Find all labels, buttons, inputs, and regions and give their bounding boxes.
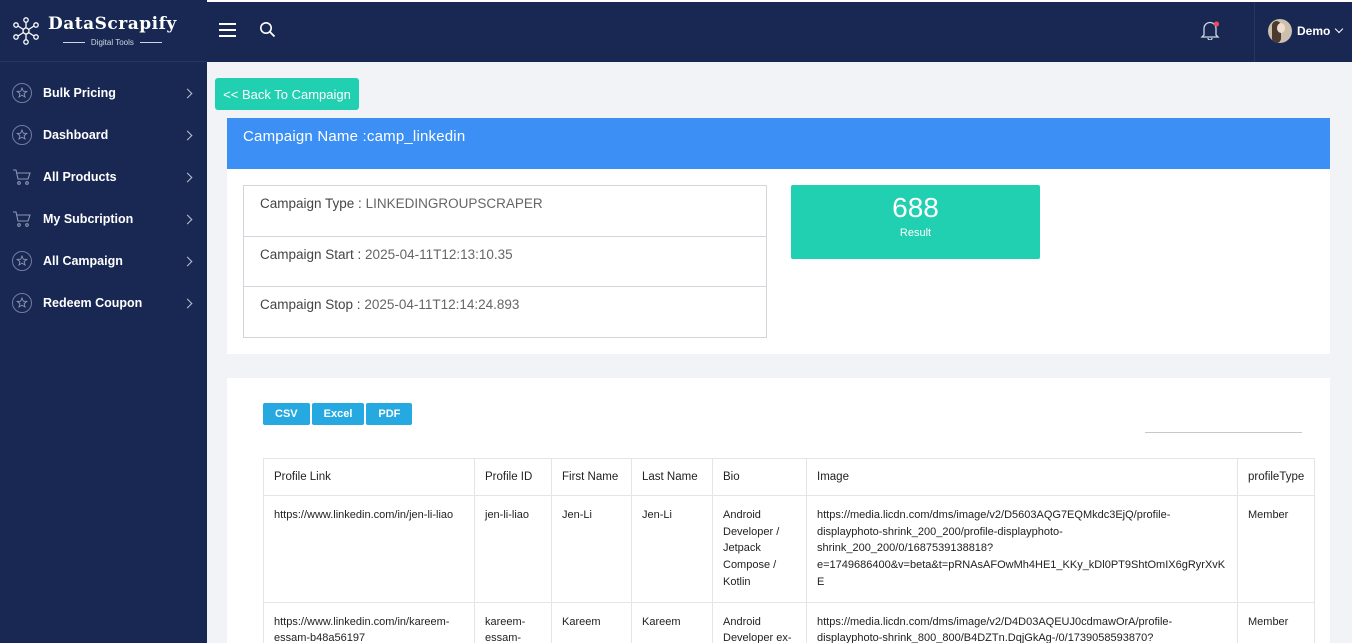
cell-profile-link[interactable]: https://www.linkedin.com/in/kareem-essam… [263, 601, 475, 643]
export-pdf-button[interactable]: PDF [366, 403, 413, 425]
table-row: https://www.linkedin.com/in/kareem-essam… [263, 601, 1315, 643]
menu-toggle-icon[interactable] [219, 23, 236, 37]
sidebar-item-label: All Campaign [43, 254, 123, 268]
campaign-stop-label: Campaign Stop : [260, 297, 365, 312]
badge-icon [12, 251, 32, 271]
sidebar-item-label: Dashboard [43, 128, 109, 142]
user-menu[interactable]: Demo [1268, 19, 1344, 43]
sidebar: DataScrapify Digital Tools Bulk Pricing … [0, 0, 207, 643]
cell-profile-type: Member [1237, 601, 1315, 643]
back-to-campaign-button[interactable]: << Back To Campaign [215, 78, 359, 110]
avatar [1268, 19, 1292, 43]
brand-name: DataScrapify [48, 14, 177, 34]
chevron-right-icon [182, 214, 193, 224]
sidebar-nav: Bulk Pricing Dashboard All Products My S… [0, 72, 207, 324]
badge-icon [12, 83, 32, 103]
campaign-stop-row: Campaign Stop : 2025-04-11T12:14:24.893 [244, 287, 766, 338]
cart-icon [12, 167, 32, 187]
column-header-profile-type[interactable]: profileType [1237, 458, 1315, 496]
cell-first-name: Jen-Li [551, 495, 632, 603]
sidebar-item-label: Redeem Coupon [43, 296, 143, 310]
sidebar-item-bulk-pricing[interactable]: Bulk Pricing [0, 72, 207, 114]
cell-profile-id: jen-li-liao [474, 495, 552, 603]
sidebar-item-label: All Products [43, 170, 117, 184]
column-header-bio[interactable]: Bio [712, 458, 807, 496]
brand-logo[interactable]: DataScrapify Digital Tools [0, 0, 207, 62]
cell-first-name: Kareem [551, 601, 632, 643]
cell-last-name: Jen-Li [631, 495, 713, 603]
campaign-type-label: Campaign Type : [260, 196, 366, 211]
campaign-type-row: Campaign Type : LINKEDINGROUPSCRAPER [244, 186, 766, 237]
topbar-divider [1254, 2, 1255, 62]
campaign-name-header: Campaign Name :camp_linkedin [227, 118, 1330, 169]
cell-profile-type: Member [1237, 495, 1315, 603]
export-excel-button[interactable]: Excel [311, 403, 365, 425]
cell-profile-id: kareem-essam- [474, 601, 552, 643]
campaign-stop-value: 2025-04-11T12:14:24.893 [364, 297, 520, 312]
cell-bio: Android Developer / Jetpack Compose / Ko… [712, 495, 807, 603]
network-logo-icon [13, 16, 39, 45]
sidebar-item-label: Bulk Pricing [43, 86, 116, 100]
table-row: https://www.linkedin.com/in/jen-li-liao … [263, 495, 1315, 603]
bell-icon[interactable] [1200, 20, 1222, 40]
brand-tagline: Digital Tools [90, 38, 134, 47]
results-panel: CSV Excel PDF Profile Link Profile ID Fi… [227, 378, 1330, 643]
chevron-right-icon [182, 256, 193, 266]
export-csv-button[interactable]: CSV [263, 403, 310, 425]
chevron-down-icon [1335, 24, 1344, 34]
sidebar-item-redeem-coupon[interactable]: Redeem Coupon [0, 282, 207, 324]
results-table-wrapper: Profile Link Profile ID First Name Last … [263, 458, 1315, 643]
badge-icon [12, 125, 32, 145]
table-search-input[interactable] [1145, 431, 1302, 433]
results-table: Profile Link Profile ID First Name Last … [263, 458, 1315, 643]
column-header-image[interactable]: Image [806, 458, 1238, 496]
cell-profile-link[interactable]: https://www.linkedin.com/in/jen-li-liao [263, 495, 475, 603]
column-header-last-name[interactable]: Last Name [631, 458, 713, 496]
user-name: Demo [1297, 24, 1331, 38]
sidebar-item-all-campaign[interactable]: All Campaign [0, 240, 207, 282]
sidebar-item-all-products[interactable]: All Products [0, 156, 207, 198]
badge-icon [12, 293, 32, 313]
campaign-start-value: 2025-04-11T12:13:10.35 [365, 246, 513, 262]
cell-last-name: Kareem [631, 601, 713, 643]
topbar: Demo [207, 0, 1352, 62]
campaign-start-label: Campaign Start : [260, 246, 366, 262]
chevron-right-icon [182, 172, 193, 182]
cell-image[interactable]: https://media.licdn.com/dms/image/v2/D4D… [806, 601, 1238, 643]
chevron-right-icon [182, 88, 193, 98]
chevron-right-icon [182, 298, 193, 308]
table-header-row: Profile Link Profile ID First Name Last … [263, 458, 1315, 496]
column-header-profile-link[interactable]: Profile Link [263, 458, 475, 496]
export-buttons: CSV Excel PDF [263, 403, 413, 425]
chevron-right-icon [182, 130, 193, 140]
cell-bio: Android Developer ex- [712, 601, 807, 643]
result-card: 688 Result [791, 185, 1040, 259]
sidebar-item-dashboard[interactable]: Dashboard [0, 114, 207, 156]
search-icon[interactable] [259, 21, 276, 38]
result-count: 688 [892, 192, 939, 223]
cell-image[interactable]: https://media.licdn.com/dms/image/v2/D56… [806, 495, 1238, 603]
campaign-info-box: Campaign Type : LINKEDINGROUPSCRAPER Cam… [243, 185, 767, 338]
campaign-details-panel: Campaign Name :camp_linkedin Campaign Ty… [227, 118, 1330, 354]
result-label: Result [899, 227, 932, 239]
column-header-first-name[interactable]: First Name [551, 458, 632, 496]
campaign-start-row: Campaign Start : 2025-04-11T12:13:10.35 [244, 237, 766, 287]
campaign-type-value: LINKEDINGROUPSCRAPER [365, 196, 543, 211]
cart-icon [12, 209, 32, 229]
column-header-profile-id[interactable]: Profile ID [474, 458, 552, 496]
sidebar-item-my-subcription[interactable]: My Subcription [0, 198, 207, 240]
sidebar-item-label: My Subcription [43, 212, 134, 226]
